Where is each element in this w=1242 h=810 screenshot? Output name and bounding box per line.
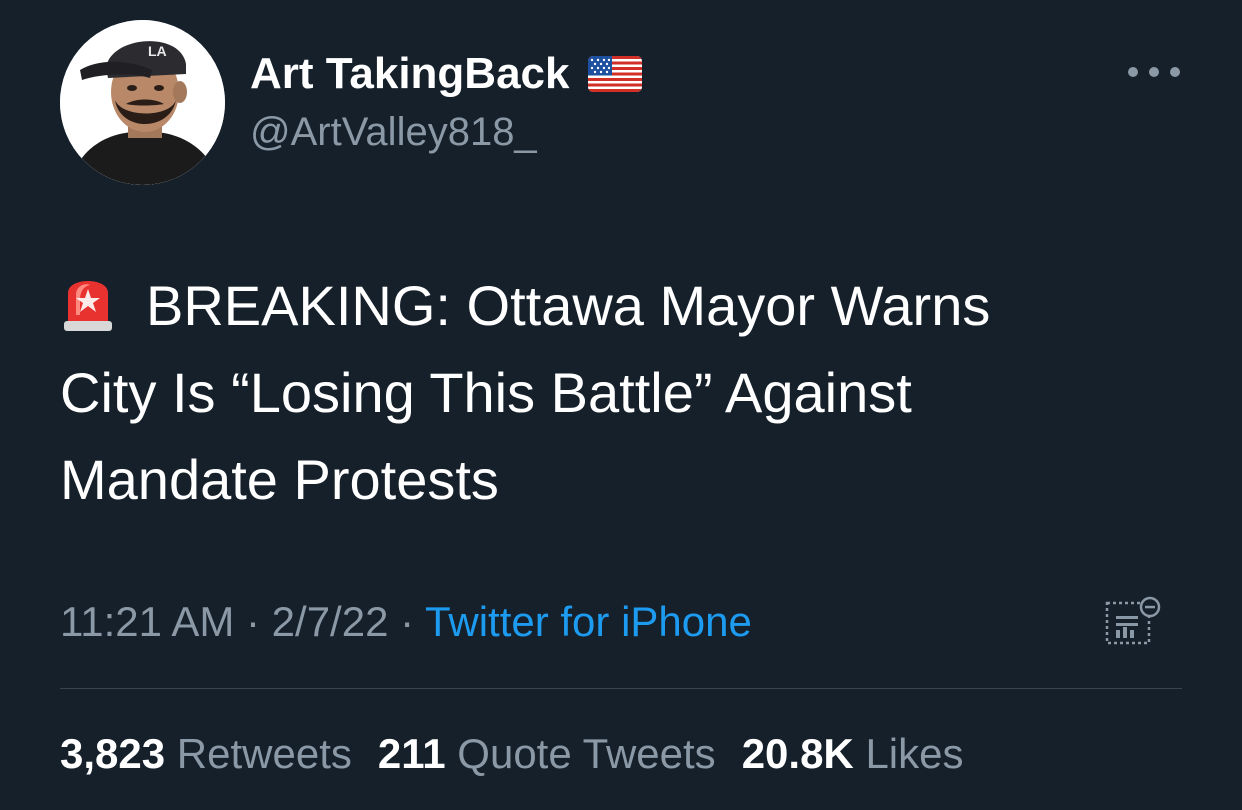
quote-tweets-label: Quote Tweets <box>457 730 716 777</box>
user-handle[interactable]: @ArtValley818_ <box>250 108 537 156</box>
likes-label: Likes <box>865 730 964 777</box>
tweet-line: BREAKING: Ottawa Mayor Warns <box>146 274 991 337</box>
avatar[interactable]: LA <box>60 20 225 185</box>
us-flag-icon <box>587 56 642 92</box>
display-name[interactable]: Art TakingBack <box>250 48 642 100</box>
tweet-line: Mandate Protests <box>60 448 499 511</box>
divider <box>60 688 1182 689</box>
engagement-stats: 3,823 Retweets 211 Quote Tweets 20.8K Like… <box>60 728 964 780</box>
tweet-line: City Is “Losing This Battle” Against <box>60 361 912 424</box>
meta-separator: · <box>234 598 272 645</box>
more-dot <box>1128 67 1138 77</box>
more-dot <box>1149 67 1159 77</box>
tweet-date[interactable]: 2/7/22 <box>272 598 389 645</box>
retweets-count: 3,823 <box>60 730 166 777</box>
likes-stat[interactable]: 20.8K Likes <box>742 730 964 777</box>
retweets-label: Retweets <box>176 730 352 777</box>
more-dot <box>1170 67 1180 77</box>
analytics-icon[interactable] <box>1104 596 1162 648</box>
tweet-text: BREAKING: Ottawa Mayor Warns City Is “Los… <box>60 262 1190 523</box>
quote-tweets-stat[interactable]: 211 Quote Tweets <box>378 730 716 777</box>
svg-text:LA: LA <box>148 43 167 59</box>
tweet-time[interactable]: 11:21 AM <box>60 598 234 645</box>
likes-count: 20.8K <box>741 730 854 777</box>
more-options-icon[interactable] <box>1128 62 1180 82</box>
meta-separator: · <box>388 598 426 645</box>
police-siren-icon <box>64 281 112 331</box>
display-name-text: Art TakingBack <box>250 49 570 98</box>
tweet-meta: 11:21 AM · 2/7/22 · Twitter for iPhone <box>60 596 752 648</box>
tweet-source-link[interactable]: Twitter for iPhone <box>425 598 752 645</box>
quote-tweets-count: 211 <box>377 730 446 777</box>
retweets-stat[interactable]: 3,823 Retweets <box>60 730 352 777</box>
profile-photo: LA <box>60 20 225 185</box>
